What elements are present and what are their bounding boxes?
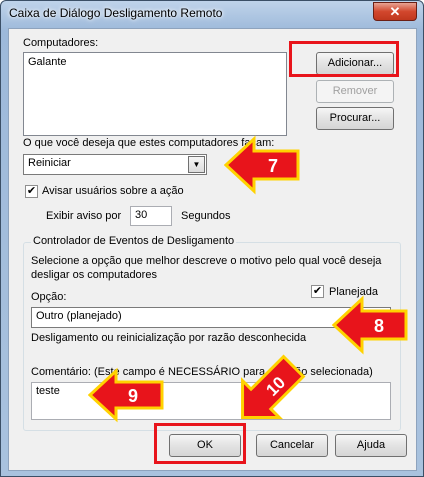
reason-description: Desligamento ou reinicialização por razã… <box>31 332 307 344</box>
warn-users-label: Avisar usuários sobre a ação <box>42 185 184 197</box>
computers-label: Computadores: <box>23 37 99 49</box>
title-bar: Caixa de Diálogo Desligamento Remoto ✕ <box>1 1 423 25</box>
option-label: Opção: <box>31 291 67 303</box>
cancel-button[interactable]: Cancelar <box>256 434 328 457</box>
action-select-value: Reiniciar <box>28 157 71 169</box>
remove-button[interactable]: Remover <box>316 80 394 103</box>
step-9-arrow-icon: 9 <box>88 367 164 423</box>
event-tracker-description: Selecione a opção que melhor descreve o … <box>31 255 382 281</box>
step-7-label: 7 <box>268 156 278 176</box>
reason-select-value: Outro (planejado) <box>36 310 122 322</box>
comment-label: Comentário: (Este campo é NECESSÁRIO par… <box>31 366 373 378</box>
dialog-client-area: Computadores: Galante Adicionar... Remov… <box>8 28 417 471</box>
action-select[interactable]: Reiniciar ▼ <box>23 154 207 175</box>
warn-users-checkbox[interactable]: ✔ <box>25 185 38 198</box>
planned-checkbox[interactable]: ✔ <box>311 285 324 298</box>
highlight-add-button <box>289 41 399 77</box>
step-9-label: 9 <box>128 386 138 406</box>
help-button[interactable]: Ajuda <box>335 434 407 457</box>
computers-list[interactable]: Galante <box>23 52 287 136</box>
step-10-arrow-icon: 10 <box>241 354 306 419</box>
warning-seconds-input[interactable]: 30 <box>130 206 172 226</box>
step-8-label: 8 <box>374 316 384 336</box>
show-warning-label: Exibir aviso por <box>46 210 122 222</box>
window-title: Caixa de Diálogo Desligamento Remoto <box>9 6 223 20</box>
browse-button[interactable]: Procurar... <box>316 107 394 130</box>
step-7-arrow-icon: 7 <box>224 135 300 195</box>
list-item[interactable]: Galante <box>28 56 282 68</box>
close-button[interactable]: ✕ <box>373 2 417 21</box>
event-tracker-title: Controlador de Eventos de Desligamento <box>31 235 237 247</box>
chevron-down-icon[interactable]: ▼ <box>188 156 205 173</box>
seconds-unit-label: Segundos <box>181 210 231 222</box>
comment-textarea[interactable]: teste <box>31 382 391 420</box>
step-8-arrow-icon: 8 <box>332 295 408 355</box>
